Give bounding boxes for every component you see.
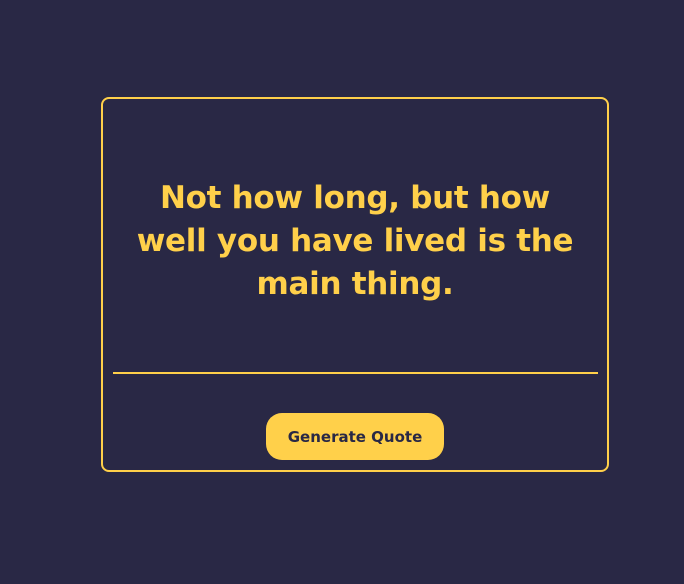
quote-text: Not how long, but how well you have live…	[136, 180, 574, 302]
quote-card: Not how long, but how well you have live…	[101, 97, 609, 472]
divider	[113, 372, 598, 374]
generate-quote-button[interactable]: Generate Quote	[266, 413, 444, 460]
